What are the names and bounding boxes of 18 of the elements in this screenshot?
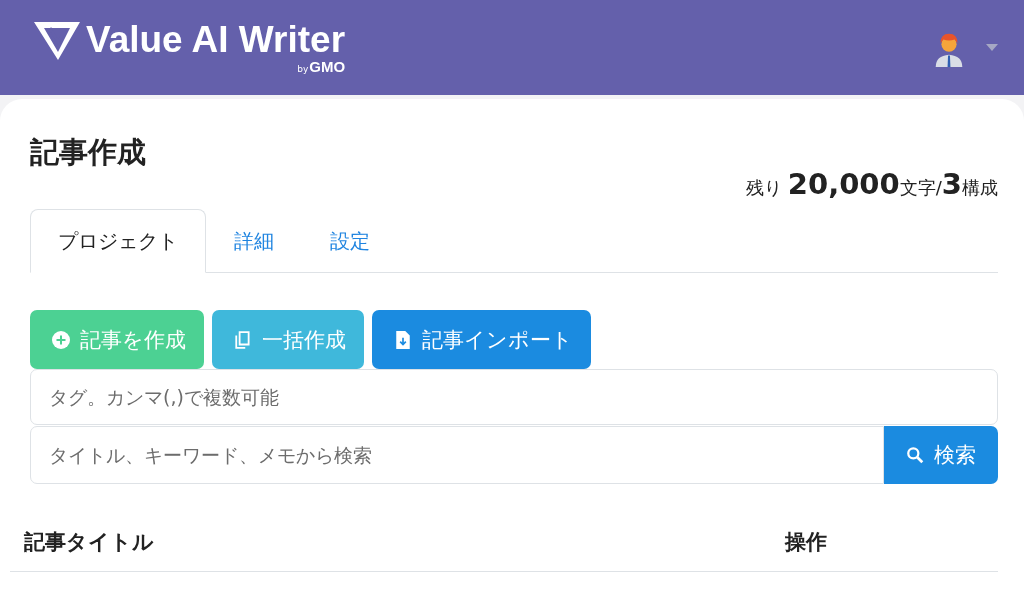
page-title: 記事作成 [30, 134, 146, 171]
caret-icon[interactable] [986, 44, 998, 51]
remaining-quota: 残り 20,000文字/3構成 [746, 167, 998, 201]
file-download-icon [394, 330, 412, 349]
column-header: 記事タイトル [24, 529, 154, 556]
search-input-field[interactable]: タイトル、キーワード、メモから検索 [30, 426, 884, 484]
tag-input-field[interactable]: タグ。カンマ(,)で複数可能 [30, 369, 998, 425]
plus-circle-icon [52, 330, 70, 349]
search-icon [906, 446, 924, 464]
tab[interactable]: 設定 [302, 209, 398, 273]
column-header: 操作 [785, 529, 827, 556]
byline-by: by [297, 64, 309, 74]
tab[interactable]: プロジェクト [30, 209, 206, 273]
tab[interactable]: 詳細 [206, 209, 302, 273]
copy-icon [234, 330, 252, 349]
action-button[interactable]: 記事インポート [372, 310, 591, 369]
action-button[interactable]: 一括作成 [212, 310, 364, 369]
search-button[interactable]: 検索 [884, 426, 998, 484]
